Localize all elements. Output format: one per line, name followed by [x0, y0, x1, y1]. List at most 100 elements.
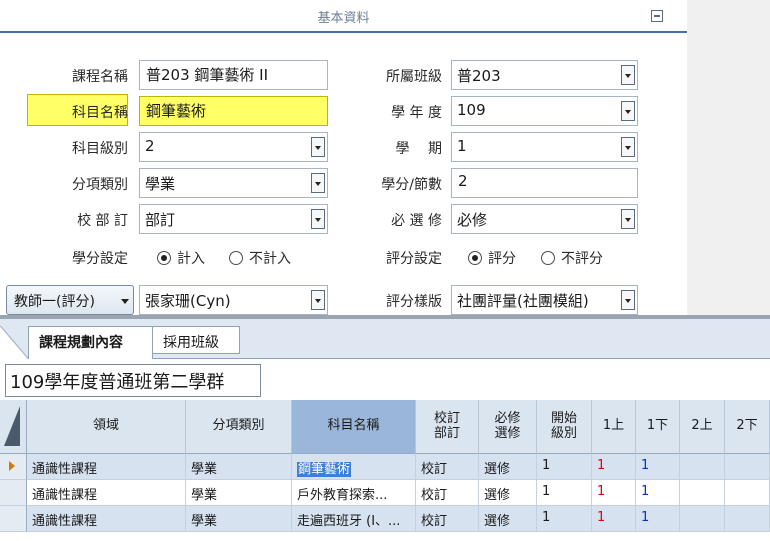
cell-1a[interactable]: 1 [592, 506, 636, 532]
required-elective-value: 必修 [457, 211, 488, 229]
group-title-field[interactable]: 109學年度普通班第二學群 [5, 364, 261, 397]
required-elective-select[interactable]: 必修 [451, 204, 638, 234]
class-select[interactable]: 普203 [451, 60, 638, 90]
cell-school[interactable]: 校訂 [416, 506, 479, 532]
dropdown-arrow-icon[interactable] [621, 137, 635, 157]
cell-category[interactable]: 學業 [186, 480, 292, 506]
credit-setting-label: 學分設定 [72, 251, 128, 267]
school-set-label: 校 部 訂 [77, 213, 128, 229]
cell-2a[interactable] [680, 506, 725, 532]
col-header-domain[interactable]: 領域 [27, 400, 186, 454]
cell-1b[interactable]: 1 [636, 480, 680, 506]
cell-subject[interactable]: 走遍西班牙 (I、... [292, 506, 416, 532]
cell-category[interactable]: 學業 [186, 506, 292, 532]
semester-label: 學 期 [395, 141, 442, 157]
cell-req[interactable]: 選修 [479, 454, 537, 480]
grading-template-select[interactable]: 社團評量(社團模組) [451, 285, 638, 315]
tab-course-plan[interactable]: 課程規劃內容 [28, 326, 153, 360]
col-header-category[interactable]: 分項類別 [186, 400, 292, 454]
radio-icon [541, 251, 555, 265]
row-header[interactable] [0, 480, 27, 506]
cell-1a[interactable]: 1 [592, 454, 636, 480]
collapse-icon[interactable] [651, 10, 663, 22]
school-year-value: 109 [457, 101, 486, 119]
dropdown-arrow-icon[interactable] [621, 101, 635, 121]
col-header-1a[interactable]: 1上 [592, 400, 636, 454]
radio-selected-icon [157, 251, 171, 265]
school-year-select[interactable]: 109 [451, 96, 638, 126]
dropdown-arrow-icon[interactable] [311, 209, 325, 229]
cell-domain[interactable]: 通識性課程 [27, 506, 186, 532]
no-grading-radio[interactable]: 不評分 [541, 248, 603, 268]
item-category-select[interactable]: 學業 [139, 168, 328, 198]
col-header-2b[interactable]: 2下 [725, 400, 770, 454]
dropdown-arrow-icon[interactable] [621, 290, 635, 310]
subject-name-field[interactable]: 鋼筆藝術 [139, 96, 328, 126]
semester-select[interactable]: 1 [451, 132, 638, 162]
cell-req[interactable]: 選修 [479, 506, 537, 532]
cell-start-level[interactable]: 1 [537, 480, 592, 506]
cell-domain[interactable]: 通識性課程 [27, 454, 186, 480]
credit-count-radio[interactable]: 計入 [157, 248, 205, 268]
cell-req[interactable]: 選修 [479, 480, 537, 506]
cell-start-level[interactable]: 1 [537, 454, 592, 480]
cell-2b[interactable] [725, 480, 770, 506]
subject-level-label: 科目級別 [72, 141, 128, 157]
col-header-2a[interactable]: 2上 [680, 400, 725, 454]
background-panel [687, 0, 770, 315]
school-set-select[interactable]: 部訂 [139, 204, 328, 234]
cell-2b[interactable] [725, 454, 770, 480]
credit-nocount-radio[interactable]: 不計入 [229, 248, 291, 268]
radio-selected-icon [468, 251, 482, 265]
grading-radio[interactable]: 評分 [468, 248, 516, 268]
cell-2b[interactable] [725, 506, 770, 532]
teacher-value: 張家珊(Cyn) [145, 292, 231, 310]
item-category-label: 分項類別 [72, 177, 128, 193]
cell-school[interactable]: 校訂 [416, 480, 479, 506]
cell-subject[interactable]: 鋼筆藝術 [292, 454, 416, 480]
col-header-subject[interactable]: 科目名稱 [292, 400, 416, 454]
col-header-start-level[interactable]: 開始 級別 [537, 400, 592, 454]
cell-1a[interactable]: 1 [592, 480, 636, 506]
chevron-down-icon [121, 299, 129, 304]
subject-level-value: 2 [145, 137, 155, 155]
col-header-1b[interactable]: 1下 [636, 400, 680, 454]
grading-template-value: 社團評量(社團模組) [457, 292, 589, 310]
credit-nocount-option-label: 不計入 [249, 251, 291, 267]
course-name-label: 課程名稱 [72, 69, 128, 85]
cell-domain[interactable]: 通識性課程 [27, 480, 186, 506]
teacher-select[interactable]: 張家珊(Cyn) [139, 285, 328, 315]
col-header-school[interactable]: 校訂 部訂 [416, 400, 479, 454]
cell-subject-text: 鋼筆藝術 [297, 462, 352, 477]
cell-1b[interactable]: 1 [636, 506, 680, 532]
class-label: 所屬班級 [386, 69, 442, 85]
dropdown-arrow-icon[interactable] [311, 173, 325, 193]
teacher-role-label: 教師一(評分) [14, 294, 95, 310]
class-value: 普203 [457, 67, 501, 85]
course-name-field[interactable]: 普203 鋼筆藝術 II [139, 60, 328, 90]
school-year-label: 學 年 度 [391, 105, 442, 121]
grid-corner-header[interactable] [0, 400, 27, 454]
item-category-value: 學業 [145, 175, 176, 193]
cell-subject[interactable]: 戶外教育探索... [292, 480, 416, 506]
cell-school[interactable]: 校訂 [416, 454, 479, 480]
dropdown-arrow-icon[interactable] [311, 290, 325, 310]
dropdown-arrow-icon[interactable] [311, 137, 325, 157]
current-row-icon [9, 461, 15, 471]
row-header[interactable] [0, 506, 27, 532]
credits-field[interactable]: 2 [451, 168, 638, 198]
cell-category[interactable]: 學業 [186, 454, 292, 480]
col-header-req[interactable]: 必修 選修 [479, 400, 537, 454]
row-header[interactable] [0, 454, 27, 480]
cell-2a[interactable] [680, 454, 725, 480]
cell-start-level[interactable]: 1 [537, 506, 592, 532]
cell-1b[interactable]: 1 [636, 454, 680, 480]
dropdown-arrow-icon[interactable] [621, 65, 635, 85]
dropdown-arrow-icon[interactable] [621, 209, 635, 229]
tab-corner [0, 326, 29, 360]
cell-2a[interactable] [680, 480, 725, 506]
teacher-role-dropdown-button[interactable]: 教師一(評分) [6, 285, 134, 315]
tab-adopt-class[interactable]: 採用班級 [152, 326, 240, 354]
section-title: 基本資料 [317, 11, 370, 26]
subject-level-select[interactable]: 2 [139, 132, 328, 162]
